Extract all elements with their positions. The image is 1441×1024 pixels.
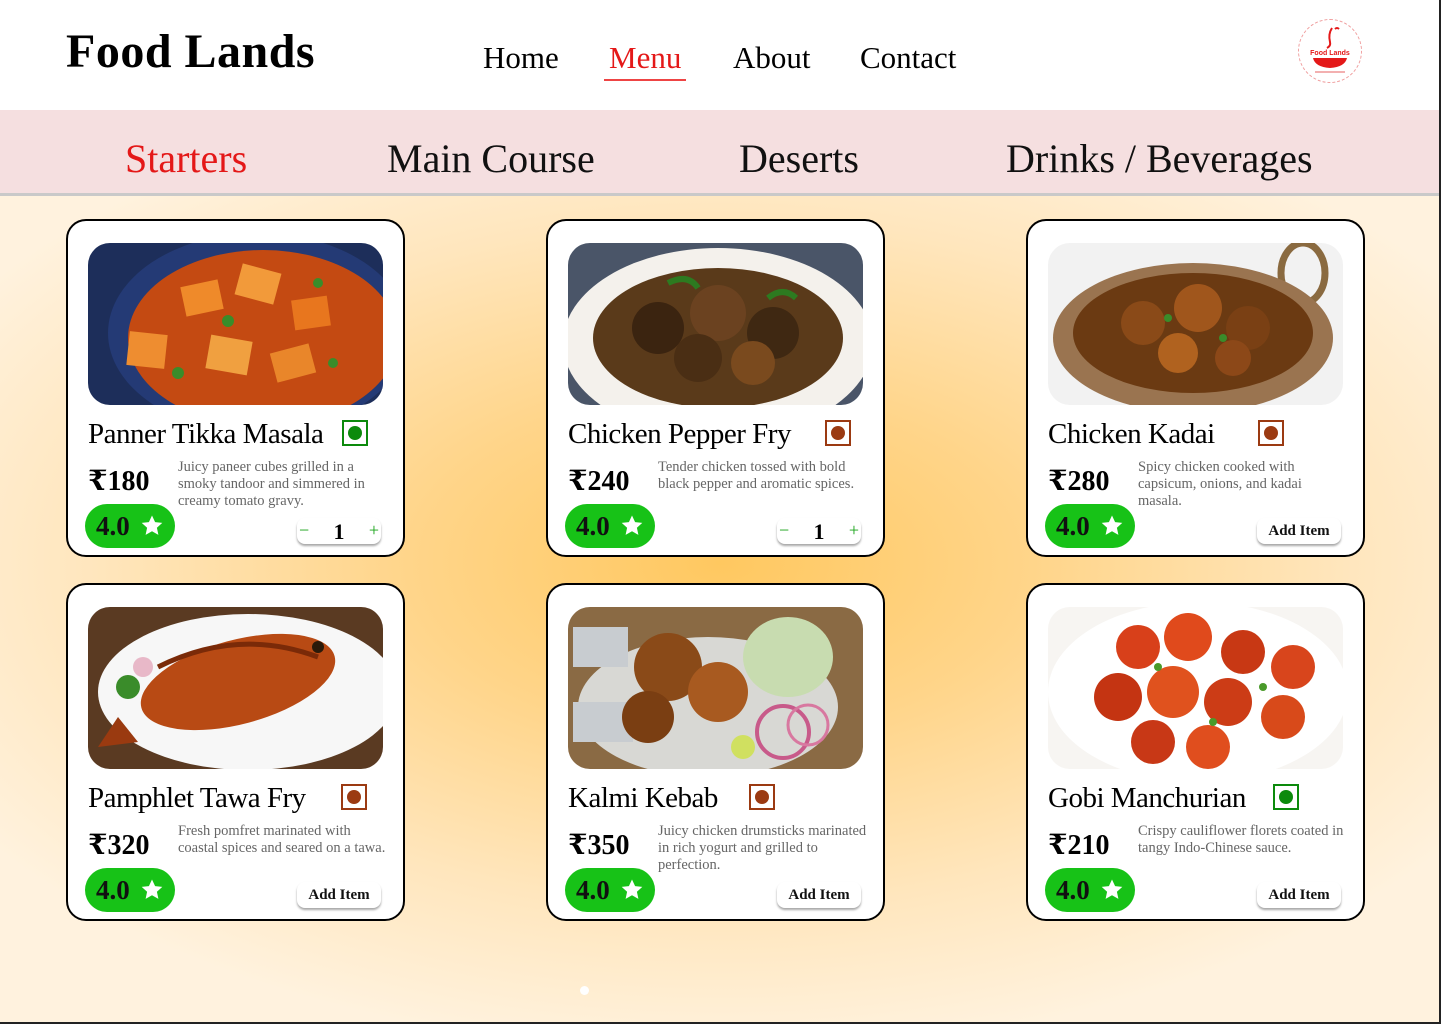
tab-deserts[interactable]: Deserts xyxy=(739,135,859,182)
star-icon xyxy=(620,878,644,902)
rating-badge[interactable]: 4.0 xyxy=(1045,868,1135,912)
category-tabs: Starters Main Course Deserts Drinks / Be… xyxy=(0,110,1439,196)
dish-description: Juicy paneer cubes grilled in a smoky ta… xyxy=(178,459,365,509)
dish-card[interactable]: Chicken Pepper Fry ₹240 Tender chicken t… xyxy=(546,219,885,557)
dish-card[interactable]: Kalmi Kebab ₹350 Juicy chicken drumstick… xyxy=(546,583,885,921)
brand-logo-mark: Food Lands xyxy=(1310,27,1350,73)
dish-name: Pamphlet Tawa Fry xyxy=(88,782,306,814)
kalmi-kebab-photo xyxy=(568,607,863,769)
star-icon xyxy=(1100,514,1124,538)
dish-price: ₹350 xyxy=(568,830,630,861)
add-item-button[interactable]: Add Item xyxy=(297,882,381,908)
brand-title[interactable]: Food Lands xyxy=(66,24,315,79)
dish-card[interactable]: Pamphlet Tawa Fry ₹320 Fresh pomfret mar… xyxy=(66,583,405,921)
nav-home-link[interactable]: Home xyxy=(483,40,559,76)
add-item-button[interactable]: Add Item xyxy=(1257,882,1341,908)
tab-drinks-beverages[interactable]: Drinks / Beverages xyxy=(1006,135,1313,182)
non-veg-indicator-icon xyxy=(341,784,367,810)
increment-button[interactable]: + xyxy=(369,518,379,542)
chicken-pepper-fry-photo xyxy=(568,243,863,405)
non-veg-indicator-icon xyxy=(749,784,775,810)
dish-name: Gobi Manchurian xyxy=(1048,782,1246,814)
rating-value: 4.0 xyxy=(1056,875,1090,905)
nav-contact-link[interactable]: Contact xyxy=(860,40,956,76)
site-header: Food Lands Home Menu About Contact Food … xyxy=(0,0,1439,110)
dish-price: ₹210 xyxy=(1048,830,1110,861)
add-item-button[interactable]: Add Item xyxy=(777,882,861,908)
rating-value: 4.0 xyxy=(96,875,130,905)
gobi-manchurian-photo xyxy=(1048,607,1343,769)
paneer-tikka-photo xyxy=(88,243,383,405)
dish-price: ₹320 xyxy=(88,830,150,861)
non-veg-indicator-icon xyxy=(1258,420,1284,446)
rating-value: 4.0 xyxy=(96,511,130,541)
star-icon xyxy=(1100,878,1124,902)
dish-card[interactable]: Gobi Manchurian ₹210 Crispy cauliflower … xyxy=(1026,583,1365,921)
quantity-stepper: − 1 + xyxy=(777,518,861,544)
add-item-button[interactable]: Add Item xyxy=(1257,518,1341,544)
star-icon xyxy=(140,514,164,538)
star-icon xyxy=(620,514,644,538)
star-icon xyxy=(140,878,164,902)
dish-description: Spicy chicken cooked with capsicum, onio… xyxy=(1138,459,1302,509)
pomfret-tawa-fry-photo xyxy=(88,607,383,769)
chicken-kadai-photo xyxy=(1048,243,1343,405)
dish-description: Juicy chicken drumsticks marinated in ri… xyxy=(658,823,867,873)
rating-value: 4.0 xyxy=(576,511,610,541)
dish-card[interactable]: Panner Tikka Masala ₹180 Juicy paneer cu… xyxy=(66,219,405,557)
dish-description: Crispy cauliflower florets coated in tan… xyxy=(1138,823,1344,856)
dish-price: ₹240 xyxy=(568,466,630,497)
nav-about-link[interactable]: About xyxy=(733,40,811,76)
dish-price: ₹180 xyxy=(88,466,150,497)
rating-value: 4.0 xyxy=(1056,511,1090,541)
rating-badge[interactable]: 4.0 xyxy=(565,504,655,548)
page-indicator-dot[interactable] xyxy=(580,986,589,995)
rating-value: 4.0 xyxy=(576,875,610,905)
increment-button[interactable]: + xyxy=(849,518,859,542)
rating-badge[interactable]: 4.0 xyxy=(85,504,175,548)
rating-badge[interactable]: 4.0 xyxy=(85,868,175,912)
dish-card[interactable]: Chicken Kadai ₹280 Spicy chicken cooked … xyxy=(1026,219,1365,557)
dish-name: Kalmi Kebab xyxy=(568,782,718,814)
nav-menu-link[interactable]: Menu xyxy=(603,40,687,81)
tab-main-course[interactable]: Main Course xyxy=(387,135,595,182)
veg-indicator-icon xyxy=(1273,784,1299,810)
tab-starters[interactable]: Starters xyxy=(125,135,247,182)
dish-name: Panner Tikka Masala xyxy=(88,418,324,450)
logo-text: Food Lands xyxy=(1310,50,1350,57)
dish-name: Chicken Pepper Fry xyxy=(568,418,791,450)
non-veg-indicator-icon xyxy=(825,420,851,446)
veg-indicator-icon xyxy=(342,420,368,446)
dish-price: ₹280 xyxy=(1048,466,1110,497)
dish-description: Fresh pomfret marinated with coastal spi… xyxy=(178,823,386,856)
dish-description: Tender chicken tossed with bold black pe… xyxy=(658,459,855,492)
quantity-stepper: − 1 + xyxy=(297,518,381,544)
brand-logo[interactable]: Food Lands xyxy=(1298,19,1362,83)
rating-badge[interactable]: 4.0 xyxy=(565,868,655,912)
dish-name: Chicken Kadai xyxy=(1048,418,1215,450)
rating-badge[interactable]: 4.0 xyxy=(1045,504,1135,548)
